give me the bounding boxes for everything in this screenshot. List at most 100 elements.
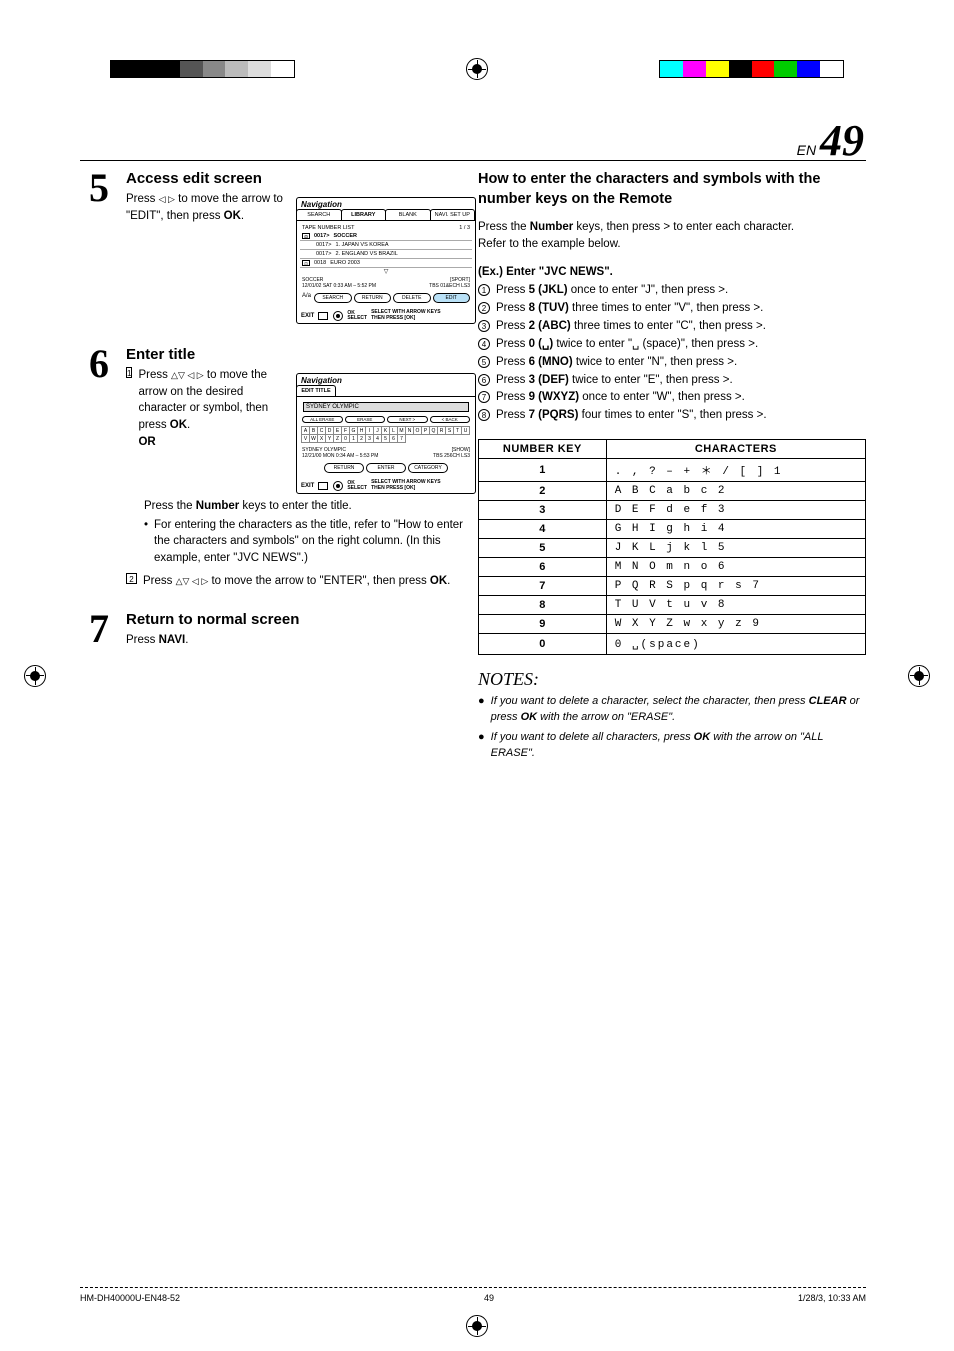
panel-logo: Navigation xyxy=(297,374,475,385)
cell-key: 1 xyxy=(479,458,607,481)
tape-num: 0017> xyxy=(316,242,331,248)
example-step-3: 3Press 2 (ABC) three times to enter "C",… xyxy=(478,318,866,336)
note-item: ● If you want to delete all characters, … xyxy=(478,730,866,762)
navigation-panel-library: Navigation SEARCH LIBRARY BLANK NAVI. SE… xyxy=(296,197,476,324)
select-label: SELECT xyxy=(347,486,367,491)
circled-number-icon: 3 xyxy=(478,320,490,332)
example-step-7: 7Press 9 (WXYZ) once to enter "W", then … xyxy=(478,389,866,407)
example-step-6: 6Press 3 (DEF) twice to enter "E", then … xyxy=(478,372,866,390)
text: Press xyxy=(496,409,529,421)
tape-num: 0018 xyxy=(314,260,326,266)
bullet-icon: • xyxy=(144,517,148,567)
next-button[interactable]: NEXT > xyxy=(387,416,428,423)
character-grid[interactable]: ABCDEFGHIJKLMNOPQ RSTUVWXYZ01234567 xyxy=(300,425,472,445)
bullet-text: For entering the characters as the title… xyxy=(154,517,476,567)
table-row: 6M N O m n o 6 xyxy=(479,557,866,576)
list-item[interactable]: 0017>2. ENGLAND VS BRAZIL xyxy=(300,250,472,259)
table-row: 1. , ? – + ＊ / [ ] 1 xyxy=(479,458,866,481)
text: three times to enter "V", then press >. xyxy=(569,302,764,314)
list-item[interactable]: ⊡0017>SOCCER xyxy=(300,232,472,241)
text: three times to enter "C", then press >. xyxy=(571,320,766,332)
tab-library[interactable]: LIBRARY xyxy=(341,209,387,220)
ok-label: OK xyxy=(521,711,538,723)
table-row: 8T U V t u v 8 xyxy=(479,595,866,614)
example-step-5: 5Press 6 (MNO) twice to enter "N", then … xyxy=(478,354,866,372)
tape-num: 0017> xyxy=(314,233,329,239)
circled-number-icon: 5 xyxy=(478,356,490,368)
text: twice to enter "N", then press >. xyxy=(573,356,737,368)
example-step-2: 2Press 8 (TUV) three times to enter "V",… xyxy=(478,300,866,318)
text: twice to enter "␣ (space)", then press >… xyxy=(553,338,758,350)
panel-edit-button[interactable]: EDIT xyxy=(433,293,471,303)
cell-key: 4 xyxy=(479,519,607,538)
col-header-characters: CHARACTERS xyxy=(606,439,865,458)
page-footer: HM-DH40000U-EN48-52 49 1/28/3, 10:33 AM xyxy=(80,1287,866,1303)
character-table: NUMBER KEY CHARACTERS 1. , ? – + ＊ / [ ]… xyxy=(478,439,866,655)
table-row: 3D E F d e f 3 xyxy=(479,500,866,519)
example-step-8: 8Press 7 (PQRS) four times to enter "S",… xyxy=(478,407,866,425)
tape-num: 0017> xyxy=(316,251,331,257)
text: Press the xyxy=(144,500,196,512)
example-heading: (Ex.) Enter "JVC NEWS". xyxy=(478,266,866,278)
bullet-icon: ● xyxy=(478,730,485,762)
substep-number-icon: 2 xyxy=(126,573,137,584)
step-text: Press ◁ ▷ to move the arrow to "EDIT", t… xyxy=(126,191,286,224)
text: Press the xyxy=(478,221,530,233)
panel-category-button[interactable]: CATEGORY xyxy=(408,463,448,473)
cell-key: 3 xyxy=(479,500,607,519)
page-number: 49 xyxy=(820,116,864,165)
text: If you want to delete all characters, pr… xyxy=(491,731,694,743)
text: Press xyxy=(496,356,529,368)
number-keys-label: Number xyxy=(196,500,239,512)
dpad-icon xyxy=(333,481,343,491)
panel-enter-button[interactable]: ENTER xyxy=(366,463,406,473)
info-date: 12/21/00 MON 0:34 AM – 5:53 PM xyxy=(302,453,378,459)
registration-mark-icon xyxy=(24,665,46,687)
tab-navi-setup[interactable]: NAVI. SET UP xyxy=(430,209,476,220)
title-input[interactable]: SYDNEY OLYMPIC xyxy=(303,402,469,412)
print-color-bars xyxy=(0,60,954,78)
step-6: 6 Enter title 1 Press △▽ ◁ ▷ to move the… xyxy=(80,346,460,589)
panel-delete-button[interactable]: DELETE xyxy=(393,293,431,303)
text: Press xyxy=(496,338,529,350)
cell-key: 8 xyxy=(479,595,607,614)
footer-help2: THEN PRESS [OK] xyxy=(371,486,441,492)
list-item[interactable]: ⊡0018EURO 2003 xyxy=(300,259,472,268)
step-title: Enter title xyxy=(126,346,476,363)
tab-blank[interactable]: BLANK xyxy=(385,209,431,220)
list-item[interactable]: 0017>1. JAPAN VS KOREA xyxy=(300,241,472,250)
cell-chars: M N O m n o 6 xyxy=(606,557,865,576)
text: Press xyxy=(496,391,529,403)
header-rule xyxy=(80,160,866,161)
panel-return-button[interactable]: RETURN xyxy=(354,293,392,303)
tab-search[interactable]: SEARCH xyxy=(296,209,342,220)
cell-key: 0 xyxy=(479,633,607,654)
panel-exit-label: EXIT xyxy=(301,483,314,489)
text: . xyxy=(187,419,190,431)
text: with the arrow on "ERASE". xyxy=(537,711,675,723)
step-title: Return to normal screen xyxy=(126,611,460,628)
panel-search-button[interactable]: SEARCH xyxy=(314,293,352,303)
ok-label: OK xyxy=(430,575,447,587)
cell-chars: D E F d e f 3 xyxy=(606,500,865,519)
cell-key: 2 xyxy=(479,481,607,500)
navigation-panel-edit-title: Navigation EDIT TITLE SYDNEY OLYMPIC ALL… xyxy=(296,373,476,494)
info-channel: TBS 01&ECH LS3 xyxy=(429,283,470,289)
cell-chars: W X Y Z w x y z 9 xyxy=(606,614,865,633)
text: once to enter "J", then press >. xyxy=(568,284,729,296)
example-step-1: 1Press 5 (JKL) once to enter "J", then p… xyxy=(478,282,866,300)
example-steps: 1Press 5 (JKL) once to enter "J", then p… xyxy=(478,282,866,425)
circled-number-icon: 8 xyxy=(478,409,490,421)
cell-chars: G H I g h i 4 xyxy=(606,519,865,538)
tape-title: EURO 2003 xyxy=(330,260,360,266)
table-row: 00 ␣(space) xyxy=(479,633,866,654)
panel-return-button[interactable]: RETURN xyxy=(324,463,364,473)
all-erase-button[interactable]: ALL ERASE xyxy=(302,416,343,423)
key-label: 5 (JKL) xyxy=(529,284,568,296)
key-label: 8 (TUV) xyxy=(529,302,569,314)
back-button[interactable]: < BACK xyxy=(430,416,471,423)
text: Press xyxy=(496,320,529,332)
tab-edit-title[interactable]: EDIT TITLE xyxy=(296,385,336,396)
key-label: 7 (PQRS) xyxy=(529,409,579,421)
erase-button[interactable]: ERASE xyxy=(345,416,386,423)
